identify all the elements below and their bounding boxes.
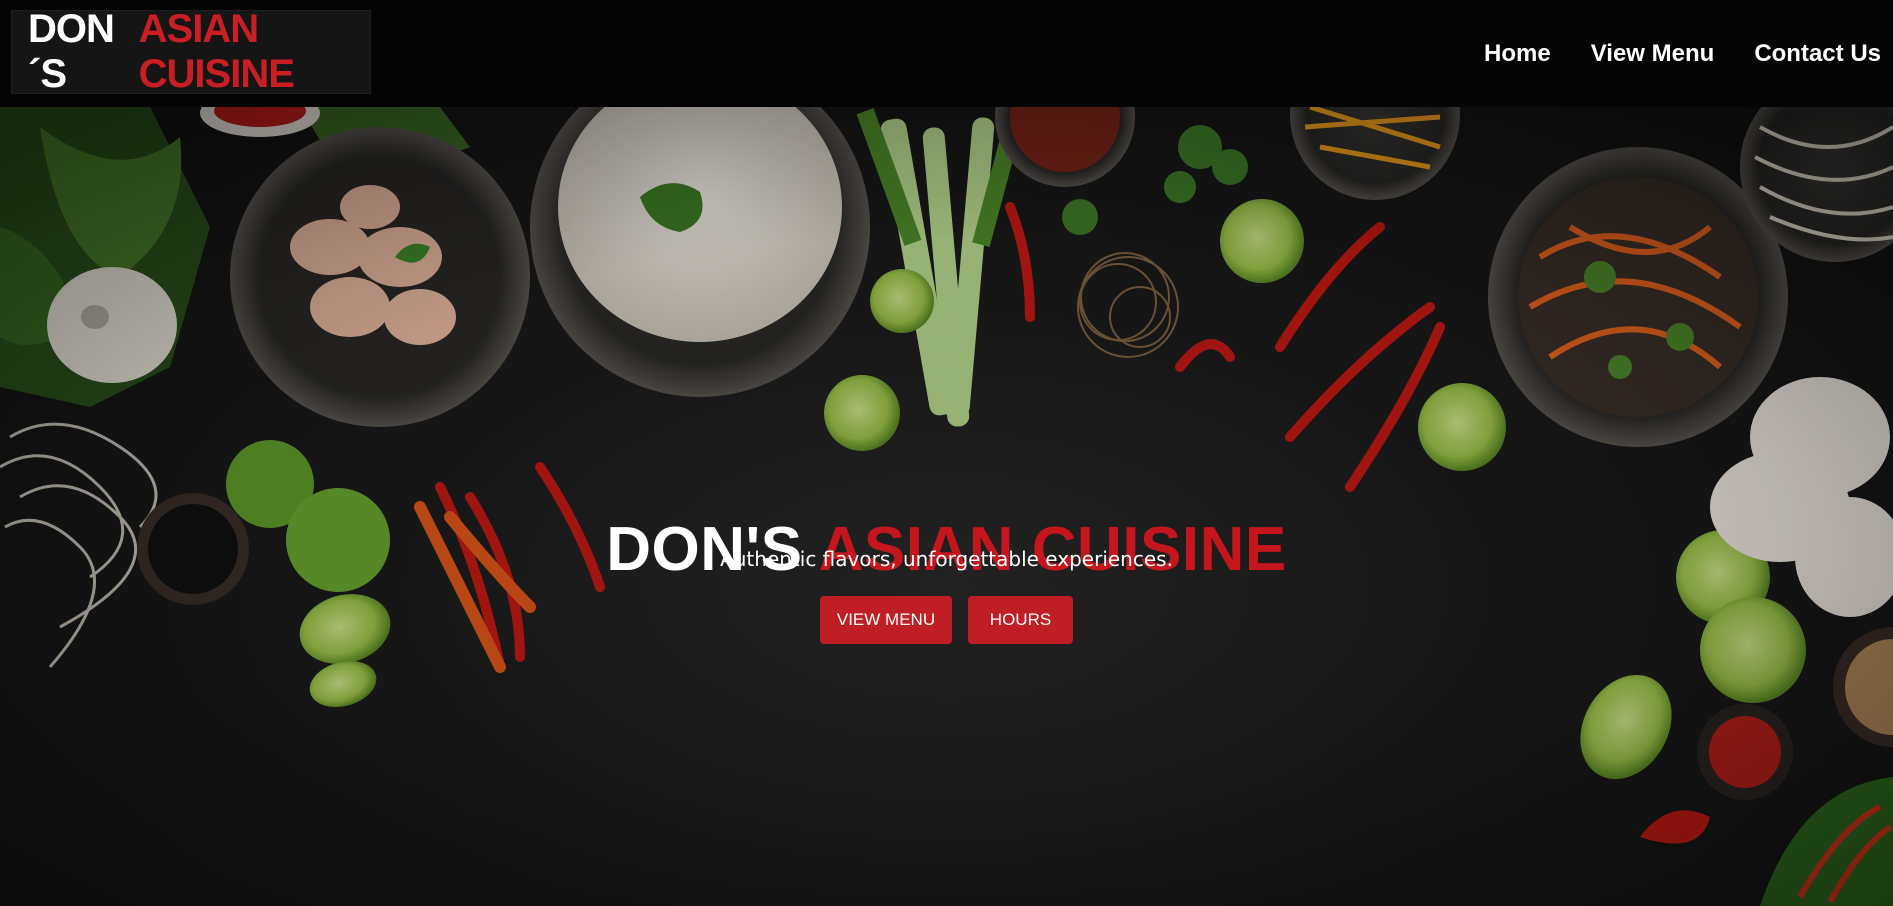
hero-button-group: VIEW MENU HOURS [0, 596, 1893, 644]
main-nav: Home View Menu Contact Us [1444, 0, 1881, 107]
nav-home-link[interactable]: Home [1484, 40, 1551, 68]
logo-word-dons: DON´S [28, 7, 115, 96]
nav-view-menu-link[interactable]: View Menu [1591, 40, 1715, 68]
top-navbar: DON´S ASIAN CUISINE Home View Menu Conta… [0, 0, 1893, 107]
nav-contact-us-link[interactable]: Contact Us [1754, 40, 1881, 68]
brand-logo[interactable]: DON´S ASIAN CUISINE [11, 7, 371, 96]
hero-section: DON'S ASIAN CUISINE Authentic flavors, un… [0, 107, 1893, 906]
hero-tagline: Authentic flavors, unforgettable experie… [720, 547, 1173, 571]
hours-button[interactable]: HOURS [968, 596, 1073, 644]
view-menu-button[interactable]: VIEW MENU [820, 596, 952, 644]
hero-dark-overlay [0, 107, 1893, 906]
logo-word-asian-cuisine: ASIAN CUISINE [138, 7, 295, 96]
